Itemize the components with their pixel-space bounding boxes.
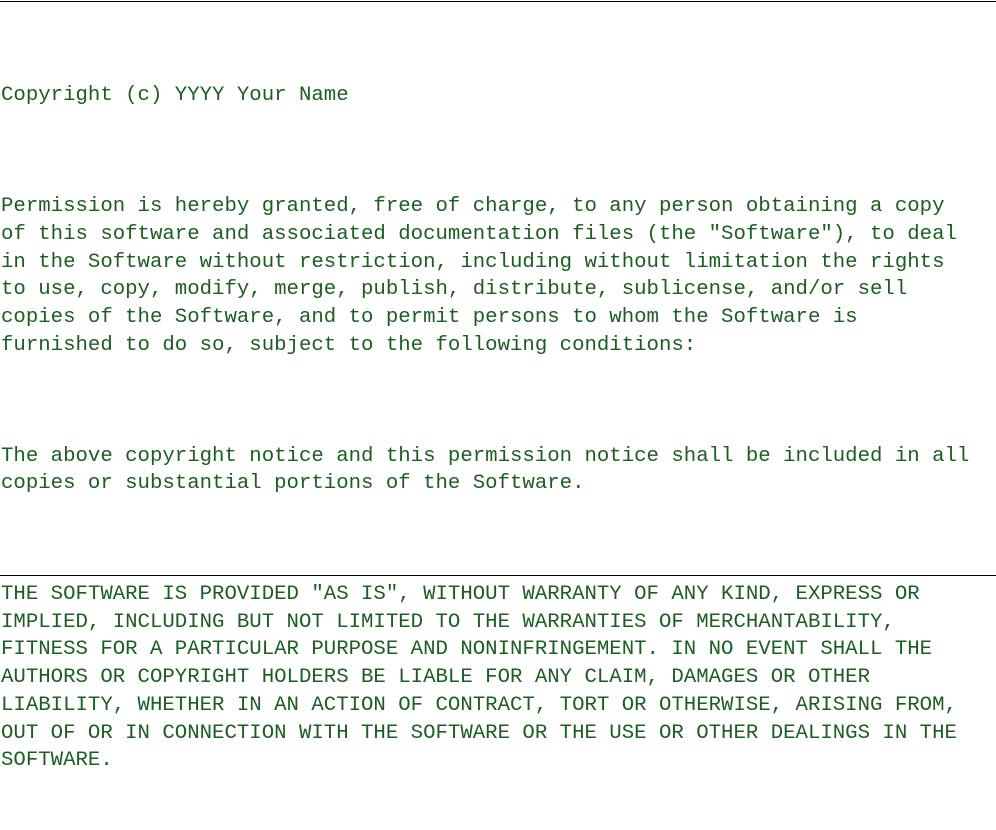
permission-paragraph: Permission is hereby granted, free of ch…: [1, 195, 957, 357]
license-text: Copyright (c) YYYY Your Name Permission …: [1, 27, 969, 830]
bottom-divider: [0, 575, 996, 576]
top-divider: [0, 1, 996, 2]
copyright-line: Copyright (c) YYYY Your Name: [1, 84, 349, 108]
warranty-disclaimer-paragraph: THE SOFTWARE IS PROVIDED "AS IS", WITHOU…: [1, 583, 957, 773]
notice-paragraph: The above copyright notice and this perm…: [1, 444, 970, 496]
license-document: Copyright (c) YYYY Your Name Permission …: [0, 0, 996, 772]
